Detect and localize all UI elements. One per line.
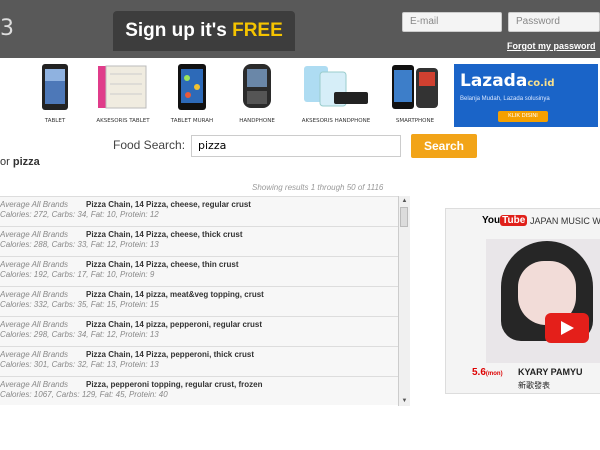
- lazada-tagline: Belanja Mudah, Lazada solusinya: [460, 96, 550, 102]
- search-button[interactable]: Search: [411, 134, 477, 158]
- scroll-up-icon[interactable]: ▲: [399, 196, 410, 206]
- ad-product-tablet-accessories[interactable]: AKSESORIS TABLET: [92, 62, 154, 128]
- table-row[interactable]: Average All Brands Pizza, pepperoni toppi…: [0, 377, 398, 405]
- password-field[interactable]: Password: [508, 12, 600, 32]
- results-heading: or pizza: [0, 156, 40, 168]
- email-field[interactable]: E-mail: [402, 12, 502, 32]
- signup-text: Sign up it's: [125, 20, 233, 41]
- release-note: 新歌發表: [518, 381, 550, 390]
- table-row[interactable]: Average All Brands Pizza Chain, 14 Pizza,…: [0, 347, 398, 377]
- signup-free-text: FREE: [232, 20, 283, 41]
- food-search-label: Food Search:: [113, 138, 186, 152]
- signup-button[interactable]: Sign up it's FREE: [113, 11, 295, 51]
- results-list: Average All Brands Pizza Chain, 14 Pizza,…: [0, 196, 398, 405]
- table-row[interactable]: Average All Brands Pizza Chain, 14 Pizza,…: [0, 197, 398, 227]
- site-logo[interactable]: 3: [0, 16, 14, 41]
- forgot-password-link[interactable]: Forgot my password: [507, 41, 596, 51]
- table-row[interactable]: Average All Brands Pizza Chain, 14 pizza,…: [0, 287, 398, 317]
- scrollbar-thumb[interactable]: [400, 207, 408, 227]
- release-date: 5.6(mon): [472, 367, 503, 378]
- lazada-logo: Lazadaco.id: [460, 71, 555, 91]
- tablet-case-icon: [95, 62, 151, 112]
- youtube-ad[interactable]: You Tube JAPAN MUSIC W 5.6(mon) KYARY PAM…: [445, 208, 600, 394]
- artist-name: KYARY PAMYU: [518, 367, 583, 377]
- tablet-icon: [175, 62, 209, 112]
- power-bank-icon: [300, 62, 372, 112]
- tablet-icon: [38, 62, 72, 112]
- ad-product-cheap-tablet[interactable]: TABLET MURAH: [161, 62, 223, 128]
- ad-product-smartphone[interactable]: SMARTPHONE: [384, 62, 446, 128]
- table-row[interactable]: Average All Brands Pizza Chain, 14 Pizza,…: [0, 257, 398, 287]
- youtube-ad-title: JAPAN MUSIC W: [530, 216, 600, 226]
- lazada-click-button[interactable]: KLIK DISINI: [498, 111, 548, 122]
- ad-product-tablet[interactable]: TABLET: [24, 62, 86, 128]
- ad-product-handphone[interactable]: HANDPHONE: [226, 62, 288, 128]
- phone-icon: [237, 62, 277, 112]
- play-icon[interactable]: [545, 313, 589, 343]
- smartphone-icon: [389, 62, 441, 112]
- ad-product-phone-accessories[interactable]: AKSESORIS HANDPHONE: [294, 62, 378, 128]
- top-bar: 3 Sign up it's FREE E-mail Password Forg…: [0, 0, 600, 58]
- singer-image: [486, 239, 600, 363]
- search-input[interactable]: pizza: [191, 135, 401, 157]
- results-scrollbar[interactable]: ▲ ▼: [398, 196, 410, 406]
- table-row[interactable]: Average All Brands Pizza Chain, 14 pizza,…: [0, 317, 398, 347]
- results-count: Showing results 1 through 50 of 1116: [252, 183, 384, 192]
- scroll-down-icon[interactable]: ▼: [399, 396, 410, 406]
- youtube-logo: You Tube: [482, 215, 528, 226]
- table-row[interactable]: Average All Brands Pizza Chain, 14 Pizza,…: [0, 227, 398, 257]
- lazada-ad[interactable]: Lazadaco.id Belanja Mudah, Lazada solusi…: [454, 64, 598, 127]
